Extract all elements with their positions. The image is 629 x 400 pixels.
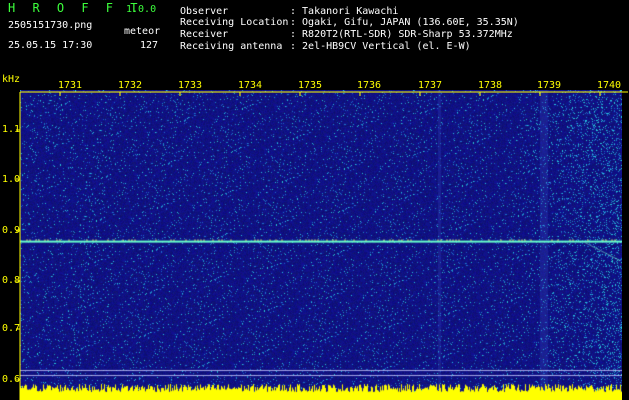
file-name: 2505151730.png: [8, 20, 93, 31]
spectrogram-canvas: [20, 90, 622, 400]
x-tick-1736: 1736: [357, 80, 382, 91]
hroftt-window: H R O F F T 1.0.0 2505151730.png meteor …: [0, 0, 629, 400]
y-tick-0-8: 0.8: [2, 275, 21, 286]
info-location-value: : Ogaki, Gifu, JAPAN (136.60E, 35.35N): [290, 17, 519, 28]
info-receiver-value: : R820T2(RTL-SDR) SDR-Sharp 53.372MHz: [290, 29, 513, 40]
y-tick-0-6: 0.6: [2, 374, 21, 385]
x-tick-1735: 1735: [298, 80, 323, 91]
x-tick-1732: 1732: [118, 80, 143, 91]
x-tick-1739: 1739: [537, 80, 562, 91]
y-tick-0-7: 0.7: [2, 323, 21, 334]
x-tick-1733: 1733: [178, 80, 203, 91]
meteor-count: 127: [140, 40, 159, 51]
info-location-key: Receiving Location: [180, 17, 289, 28]
x-tick-1740: 1740: [597, 80, 622, 91]
info-antenna-value: : 2el-HB9CV Vertical (el. E-W): [290, 41, 471, 52]
x-tick-1734: 1734: [238, 80, 263, 91]
x-tick-1738: 1738: [478, 80, 503, 91]
x-tick-1737: 1737: [418, 80, 443, 91]
y-tick-1-1: 1.1: [2, 124, 21, 135]
app-name: H R O F F T: [8, 1, 143, 15]
meteor-label: meteor: [124, 26, 161, 37]
y-tick-0-9: 0.9: [2, 225, 21, 236]
info-receiver-key: Receiver: [180, 29, 229, 40]
app-version: 1.0.0: [126, 4, 157, 15]
y-axis-unit: kHz: [2, 74, 21, 85]
x-tick-1731: 1731: [58, 80, 83, 91]
datetime: 25.05.15 17:30: [8, 40, 93, 51]
info-antenna-key: Receiving antenna: [180, 41, 283, 52]
y-tick-1-0: 1.0: [2, 174, 21, 185]
